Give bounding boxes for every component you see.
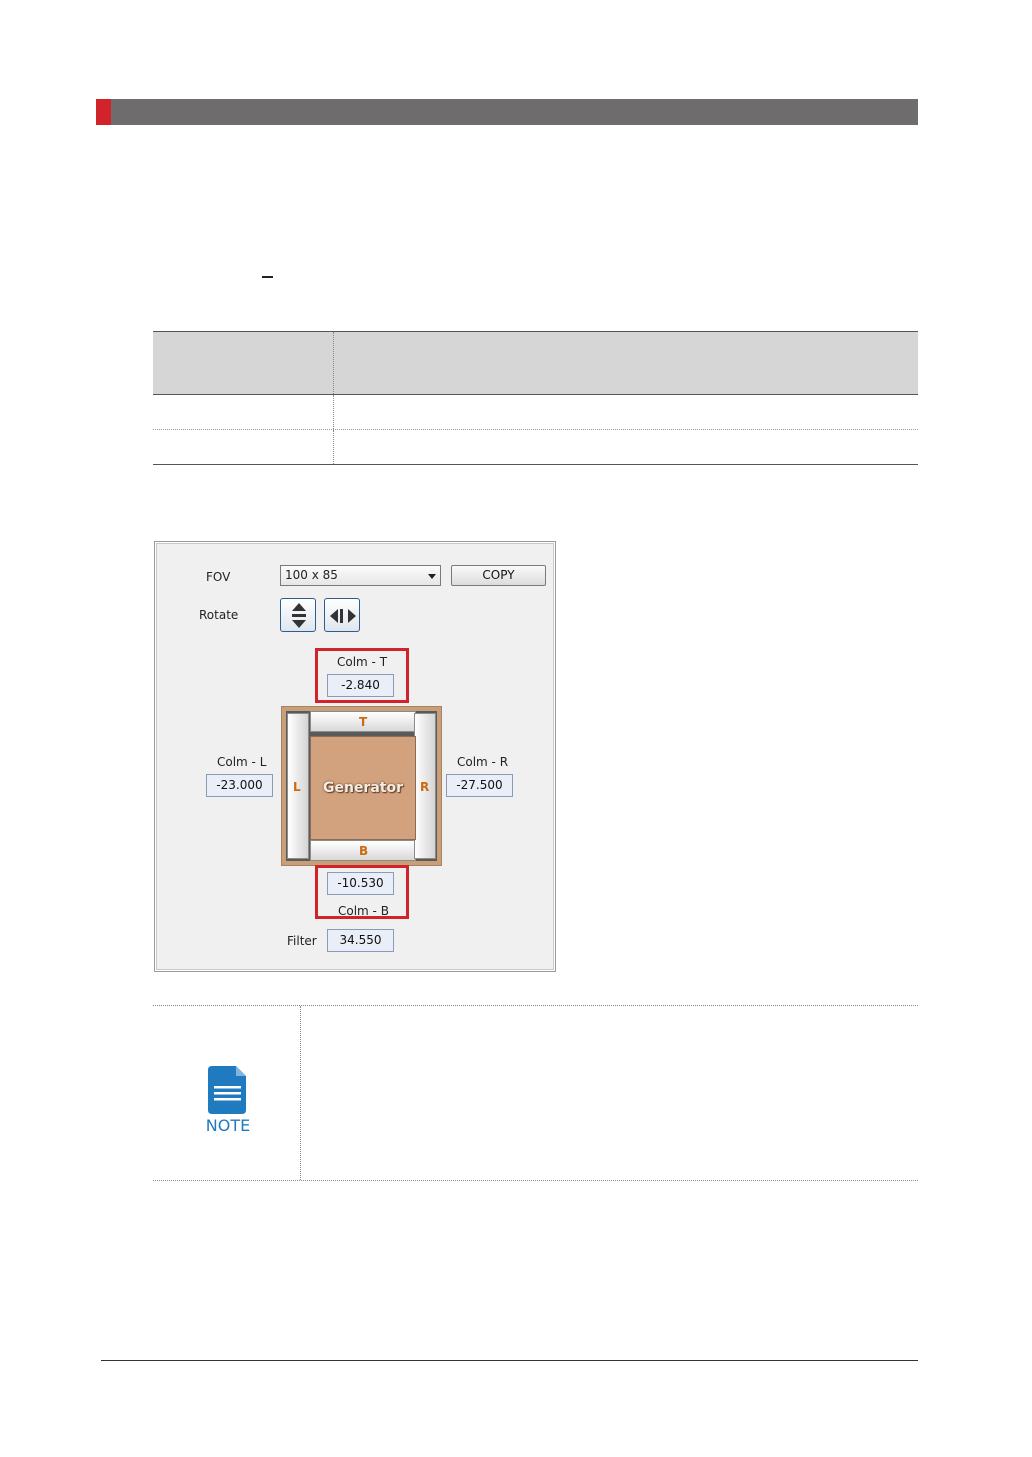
blade-bottom[interactable]: B [310,840,416,861]
side-t-letter: T [359,715,368,729]
colm-t-label: Colm - T [337,655,388,669]
fov-label: FOV [206,570,231,584]
colm-b-field[interactable]: -10.530 [327,872,394,895]
copy-button[interactable]: COPY [451,565,546,586]
table-row [153,395,918,430]
filter-label: Filter [287,934,317,948]
generator-frame-inner: T B L R Generator [286,711,437,861]
table-cell [334,395,918,429]
section-header-bar [96,99,918,125]
table-cell [153,430,334,464]
section-header-accent [96,99,111,125]
generator-core: Generator [310,736,416,840]
rotate-label: Rotate [199,608,239,622]
side-r-letter: R [420,780,430,794]
colm-l-label: Colm - L [217,755,267,769]
note-divider [300,1006,301,1180]
note-label: NOTE [205,1116,251,1135]
fov-select[interactable]: 100 x 85 [280,565,441,586]
colm-t-field[interactable]: -2.840 [327,674,394,697]
table-cell [153,395,334,429]
blade-right[interactable]: R [414,713,436,859]
rotate-vertical-icon [292,603,306,628]
info-table [153,331,918,465]
side-b-letter: B [359,844,369,858]
colm-l-field[interactable]: -23.000 [206,774,273,797]
rotate-horizontal-icon [330,609,356,623]
table-row [153,430,918,465]
side-l-letter: L [293,780,301,794]
colm-b-label: Colm - B [338,904,389,918]
colm-r-field[interactable]: -27.500 [446,774,513,797]
colm-r-label: Colm - R [457,755,509,769]
dash-mark [262,276,273,278]
note-document-icon [208,1066,246,1114]
fov-select-value: 100 x 85 [285,568,338,582]
generator-label: Generator [322,780,403,796]
table-cell [334,430,918,464]
rotate-horizontal-button[interactable] [324,598,360,632]
collimation-panel: FOV 100 x 85 COPY Rotate Colm - T -2.840… [154,541,556,972]
footer-rule [101,1360,918,1361]
table-header-cell [334,332,918,394]
generator-diagram: T B L R Generator [281,706,442,866]
rotate-vertical-button[interactable] [280,598,316,632]
table-header [153,331,918,395]
blade-left[interactable]: L [287,713,309,859]
blade-top[interactable]: T [310,711,416,732]
filter-field[interactable]: 34.550 [327,929,394,952]
table-header-cell [153,332,334,394]
note-box: NOTE [153,1005,918,1181]
chevron-down-icon [428,574,436,579]
